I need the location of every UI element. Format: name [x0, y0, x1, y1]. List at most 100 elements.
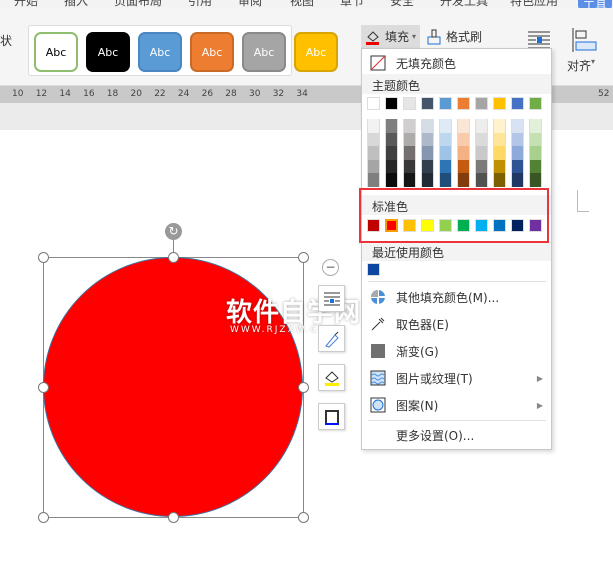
theme-shade-swatch[interactable]: [529, 132, 542, 147]
menu-item[interactable]: 取色器(E): [362, 312, 551, 336]
theme-shade-swatch[interactable]: [457, 173, 470, 188]
outline-quick-button[interactable]: [318, 403, 345, 430]
resize-handle[interactable]: [38, 252, 49, 263]
theme-shade-swatch[interactable]: [367, 146, 380, 161]
menu-item[interactable]: 图片或纹理(T) ▶: [362, 366, 551, 390]
theme-color-swatch[interactable]: [403, 97, 416, 110]
theme-shade-swatch[interactable]: [421, 173, 434, 188]
theme-shade-swatch[interactable]: [403, 173, 416, 188]
outline-style-button[interactable]: [318, 325, 345, 352]
resize-handle[interactable]: [168, 512, 179, 523]
theme-shade-swatch[interactable]: [475, 173, 488, 188]
theme-shade-swatch[interactable]: [367, 132, 380, 147]
layout-options-button[interactable]: [318, 285, 345, 312]
resize-handle[interactable]: [298, 252, 309, 263]
collapse-icon[interactable]: −: [322, 259, 339, 276]
theme-shade-swatch[interactable]: [511, 146, 524, 161]
theme-shade-swatch[interactable]: [529, 119, 542, 133]
theme-shade-swatch[interactable]: [511, 173, 524, 188]
resize-handle[interactable]: [298, 512, 309, 523]
recent-colors-header: 最近使用颜色: [362, 241, 551, 261]
theme-shade-swatch[interactable]: [511, 159, 524, 174]
theme-color-swatch[interactable]: [493, 97, 506, 110]
theme-shade-swatch[interactable]: [475, 146, 488, 161]
theme-shade-swatch[interactable]: [457, 119, 470, 133]
eyedropper-icon: [371, 317, 385, 331]
rotate-handle-icon[interactable]: ↻: [165, 223, 182, 240]
theme-shade-swatch[interactable]: [367, 173, 380, 188]
format-painter-button[interactable]: 格式刷: [426, 28, 482, 45]
theme-shade-swatch[interactable]: [403, 146, 416, 161]
theme-shade-swatch[interactable]: [457, 159, 470, 174]
theme-color-swatch[interactable]: [385, 97, 398, 110]
menu-item-label: 取色器(E): [396, 317, 449, 332]
theme-shade-swatch[interactable]: [511, 119, 524, 133]
no-fill-item[interactable]: 无填充颜色: [362, 51, 551, 75]
theme-color-swatch[interactable]: [529, 97, 542, 110]
theme-shade-swatch[interactable]: [475, 132, 488, 147]
recent-color-swatch[interactable]: [367, 263, 380, 276]
theme-shade-swatch[interactable]: [529, 173, 542, 188]
theme-shade-swatch[interactable]: [385, 119, 398, 133]
menu-item[interactable]: 图案(N) ▶: [362, 393, 551, 417]
theme-shade-swatch[interactable]: [457, 146, 470, 161]
theme-color-swatch[interactable]: [511, 97, 524, 110]
shape-style-option[interactable]: Abc: [138, 32, 182, 72]
theme-shade-swatch[interactable]: [439, 146, 452, 161]
theme-shade-swatch[interactable]: [493, 146, 506, 161]
theme-shade-swatch[interactable]: [493, 173, 506, 188]
theme-color-swatch[interactable]: [475, 97, 488, 110]
menu-item[interactable]: 其他填充颜色(M)...: [362, 285, 551, 309]
theme-shade-swatch[interactable]: [529, 146, 542, 161]
theme-shade-swatch[interactable]: [493, 132, 506, 147]
theme-shade-swatch[interactable]: [493, 159, 506, 174]
theme-shade-swatch[interactable]: [457, 132, 470, 147]
theme-color-swatch[interactable]: [367, 97, 380, 110]
resize-handle[interactable]: [38, 512, 49, 523]
theme-shade-swatch[interactable]: [439, 159, 452, 174]
theme-shade-swatch[interactable]: [385, 173, 398, 188]
theme-shade-swatch[interactable]: [439, 173, 452, 188]
theme-shade-swatch[interactable]: [403, 119, 416, 133]
shape-style-option[interactable]: Abc: [242, 32, 286, 72]
theme-shade-swatch[interactable]: [421, 119, 434, 133]
theme-shade-swatch[interactable]: [403, 132, 416, 147]
resize-handle[interactable]: [38, 382, 49, 393]
align-icon[interactable]: [572, 28, 598, 55]
more-settings-item[interactable]: 更多设置(O)...: [362, 423, 551, 447]
fill-quick-button[interactable]: [318, 364, 345, 391]
theme-shade-swatch[interactable]: [367, 119, 380, 133]
shape-style-option[interactable]: Abc: [190, 32, 234, 72]
shape-style-gallery: ▾ AbcAbcAbcAbcAbcAbc: [28, 25, 338, 76]
shape-style-option[interactable]: Abc: [86, 32, 130, 72]
shape-style-option[interactable]: Abc: [34, 32, 78, 72]
shape-style-option[interactable]: Abc: [294, 32, 338, 72]
theme-shade-swatch[interactable]: [403, 159, 416, 174]
align-button[interactable]: 对齐 ▾: [567, 57, 595, 74]
theme-shade-swatch[interactable]: [421, 132, 434, 147]
theme-shade-swatch[interactable]: [385, 132, 398, 147]
theme-shade-swatch[interactable]: [385, 146, 398, 161]
page-margin-mark: [577, 190, 589, 212]
theme-shade-swatch[interactable]: [511, 132, 524, 147]
theme-color-swatch[interactable]: [439, 97, 452, 110]
shape-style-label[interactable]: 状: [0, 32, 12, 49]
theme-shade-swatch[interactable]: [385, 159, 398, 174]
theme-shade-swatch[interactable]: [493, 119, 506, 133]
theme-shade-swatch[interactable]: [439, 132, 452, 147]
theme-shade-swatch[interactable]: [475, 159, 488, 174]
ruler-number: 20: [130, 89, 142, 99]
resize-handle[interactable]: [168, 252, 179, 263]
theme-color-swatch[interactable]: [421, 97, 434, 110]
theme-shade-swatch[interactable]: [439, 119, 452, 133]
menu-item[interactable]: 渐变(G): [362, 339, 551, 363]
theme-shade-swatch[interactable]: [421, 146, 434, 161]
theme-shade-swatch[interactable]: [529, 159, 542, 174]
resize-handle[interactable]: [298, 382, 309, 393]
theme-color-swatch[interactable]: [457, 97, 470, 110]
theme-shade-swatch[interactable]: [475, 119, 488, 133]
fill-button[interactable]: 填充 ▾: [361, 25, 420, 48]
theme-shade-swatch[interactable]: [367, 159, 380, 174]
theme-shade-swatch[interactable]: [421, 159, 434, 174]
menu-item-label: 其他填充颜色(M)...: [396, 290, 500, 305]
